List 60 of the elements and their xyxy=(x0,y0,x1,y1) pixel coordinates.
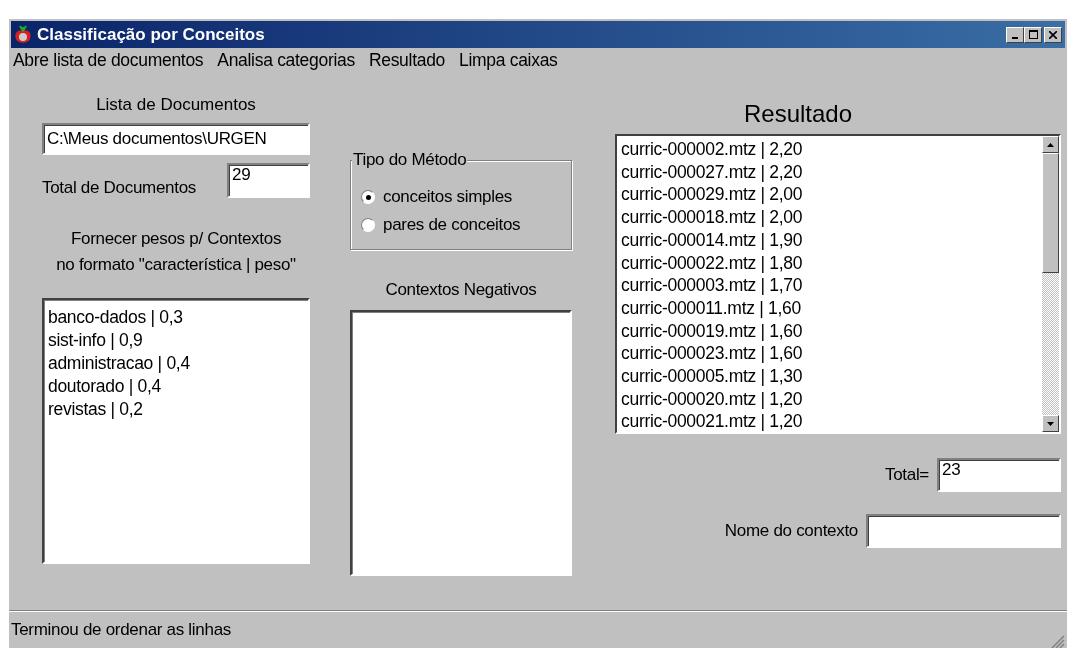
weights-label: Fornecer pesos p/ Contextos xyxy=(69,228,283,250)
documents-label: Lista de Documentos xyxy=(95,95,257,115)
weight-line: banco-dados | 0,3 xyxy=(48,306,183,329)
weights-text-area[interactable]: banco-dados | 0,3 sist-info | 0,9 administracao | 0,4 doutorado | 0,4 revistas | 0,2 xyxy=(42,298,310,564)
result-item[interactable]: curric-000003.mtz | 1,70 xyxy=(621,274,803,297)
maximize-button[interactable] xyxy=(1024,26,1042,43)
result-item[interactable]: curric-000023.mtz | 1,60 xyxy=(621,342,803,366)
context-name-label: Nome do contexto xyxy=(724,521,858,541)
result-item[interactable]: curric-000018.mtz | 2,00 xyxy=(621,206,803,229)
close-button[interactable] xyxy=(1044,26,1062,43)
up-arrow-icon xyxy=(1047,142,1054,147)
context-name-field[interactable] xyxy=(866,514,1061,548)
scroll-thumb[interactable] xyxy=(1042,153,1059,273)
negative-contexts-area[interactable] xyxy=(350,310,572,576)
menu-item[interactable]: Resultado xyxy=(368,50,445,71)
minimize-icon xyxy=(1012,36,1018,39)
result-item[interactable]: curric-000014.mtz | 1,90 xyxy=(621,228,803,252)
result-title: Resultado xyxy=(742,100,854,128)
radio-option[interactable]: pares de conceitos xyxy=(361,211,571,239)
radio-label: conceitos simples xyxy=(383,187,513,207)
menu-item[interactable]: Analisa categorias xyxy=(217,50,355,71)
weight-line: sist-info | 0,9 xyxy=(48,329,143,352)
maximize-icon xyxy=(1028,30,1038,39)
minimize-button[interactable] xyxy=(1006,26,1024,43)
result-list[interactable] xyxy=(615,134,1061,434)
scroll-down-button[interactable] xyxy=(1042,415,1059,432)
radio-option[interactable]: conceitos simples xyxy=(361,183,571,211)
size-grip-icon[interactable] xyxy=(1051,635,1065,648)
result-item[interactable]: curric-000021.mtz | 1,20 xyxy=(621,410,803,432)
path-field[interactable]: C:\Meus documentos\URGEN xyxy=(42,123,310,155)
radio-label: pares de conceitos xyxy=(383,215,521,235)
result-item[interactable]: curric-000011.mtz | 1,60 xyxy=(621,296,801,320)
negative-contexts-label: Contextos Negativos xyxy=(384,280,538,300)
down-arrow-icon xyxy=(1047,421,1054,426)
menu-item[interactable]: Abre lista de documentos xyxy=(13,50,204,71)
weight-line: doutorado | 0,4 xyxy=(48,375,161,398)
result-item[interactable]: curric-000022.mtz | 1,80 xyxy=(621,251,803,275)
total-field[interactable]: 23 xyxy=(937,458,1061,492)
strawberry-icon xyxy=(14,24,32,45)
menu-item[interactable]: Limpa caixas xyxy=(459,50,558,71)
weights-label: no formato "característica | peso" xyxy=(55,254,297,276)
result-item[interactable]: curric-000019.mtz | 1,60 xyxy=(621,319,803,343)
weight-line: revistas | 0,2 xyxy=(48,398,143,421)
result-item[interactable]: curric-000029.mtz | 2,00 xyxy=(621,183,803,207)
scrollbar[interactable] xyxy=(1042,136,1059,432)
result-item[interactable]: curric-000020.mtz | 1,20 xyxy=(621,387,803,411)
window-title: Classificação por Conceitos xyxy=(37,24,266,45)
radio-button[interactable] xyxy=(361,218,375,232)
close-icon xyxy=(1049,30,1057,39)
total-documents-field[interactable]: 29 xyxy=(227,163,310,198)
result-item[interactable]: curric-000005.mtz | 1,30 xyxy=(621,365,803,388)
group-title: Tipo do Método xyxy=(352,150,468,170)
result-item[interactable]: curric-000027.mtz | 2,20 xyxy=(621,160,803,184)
total-documents-label: Total de Documentos xyxy=(42,178,196,198)
status-text: Terminou de ordenar as linhas xyxy=(11,620,232,640)
scroll-up-button[interactable] xyxy=(1042,136,1059,153)
weight-line: administracao | 0,4 xyxy=(48,352,190,375)
total-label: Total= xyxy=(884,465,929,485)
radio-button[interactable] xyxy=(361,190,375,204)
result-item[interactable]: curric-000002.mtz | 2,20 xyxy=(621,138,803,161)
